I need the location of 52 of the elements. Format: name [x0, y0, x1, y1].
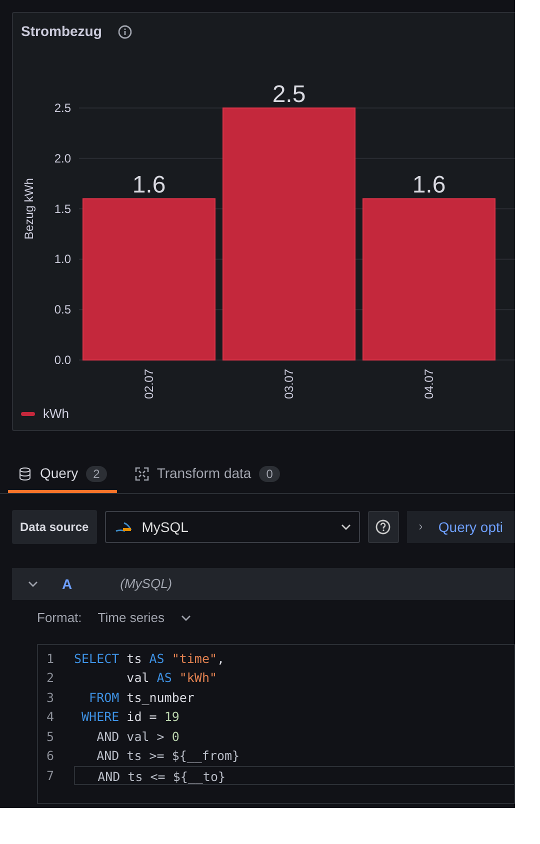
- y-tick-label: 2.5: [54, 101, 71, 115]
- data-source-label: Data source: [12, 510, 97, 544]
- query-options-button[interactable]: Query opti: [406, 511, 515, 543]
- query-row-header[interactable]: A (MySQL): [12, 568, 515, 600]
- query-ref: A: [62, 574, 72, 594]
- y-tick-label: 1.5: [54, 202, 71, 216]
- line-number: 4: [45, 708, 55, 726]
- format-select[interactable]: Time series: [98, 608, 190, 628]
- bar-value-label: 1.6: [412, 172, 446, 199]
- line-number: 1: [45, 650, 55, 668]
- editor-tab[interactable]: Query 2: [8, 455, 117, 493]
- chevron-down-icon[interactable]: [28, 581, 38, 587]
- x-tick-label: 03.07: [281, 368, 297, 400]
- count-badge: 0: [259, 466, 280, 482]
- x-tick-label: 04.07: [421, 368, 437, 400]
- line-number: 7: [45, 766, 55, 784]
- x-tick-label: 02.07: [141, 368, 157, 400]
- help-icon: [375, 519, 392, 535]
- code-line: AND val > 0: [96, 728, 180, 746]
- database-icon: [18, 467, 32, 482]
- line-number: 5: [45, 728, 55, 746]
- bar-value-label: 1.6: [132, 172, 166, 199]
- code-editor[interactable]: 1 SELECT ts AS "time", 2 val AS "kWh" 3 FROM ts_number 4 WHERE id = 19 5 AND val > 0 6 AND ts >= ${__from} 7 AND ts <= ${__to}: [37, 644, 515, 804]
- help-button[interactable]: [368, 511, 399, 543]
- y-axis-label: Bezug kWh: [22, 178, 36, 240]
- count-badge: 2: [86, 466, 107, 482]
- code-line: AND ts <= ${__to}: [74, 766, 514, 785]
- y-tick-label: 1.0: [54, 252, 71, 266]
- line-number: 2: [45, 669, 55, 687]
- y-tick-label: 0.5: [54, 302, 71, 317]
- legend-label[interactable]: kWh: [43, 404, 69, 424]
- chevron-right-icon: [418, 522, 422, 532]
- query-source: (MySQL): [120, 575, 172, 594]
- code-line: WHERE id = 19: [80, 708, 180, 726]
- code-line: val AS "kWh": [126, 669, 218, 687]
- chevron-down-icon: [180, 614, 190, 621]
- transform-icon: [134, 467, 149, 482]
- editor-tab[interactable]: Transform data 0: [124, 455, 290, 493]
- code-line: AND ts >= ${__from}: [96, 747, 241, 765]
- panel-title: Strombezug: [21, 22, 102, 41]
- y-tick-label: 2.0: [54, 151, 71, 166]
- code-line: SELECT ts AS "time",: [74, 650, 226, 668]
- line-number: 6: [45, 747, 55, 765]
- dolphin-logo-icon: [114, 521, 134, 533]
- bar-value-label: 2.5: [272, 81, 306, 108]
- info-icon[interactable]: [118, 24, 132, 38]
- code-line: FROM ts_number: [88, 688, 196, 707]
- line-number: 3: [45, 688, 55, 706]
- data-source-select[interactable]: MySQL: [104, 511, 360, 543]
- y-tick-label: 0.0: [54, 353, 71, 364]
- chevron-down-icon: [340, 524, 351, 530]
- format-label: Format:: [37, 609, 82, 627]
